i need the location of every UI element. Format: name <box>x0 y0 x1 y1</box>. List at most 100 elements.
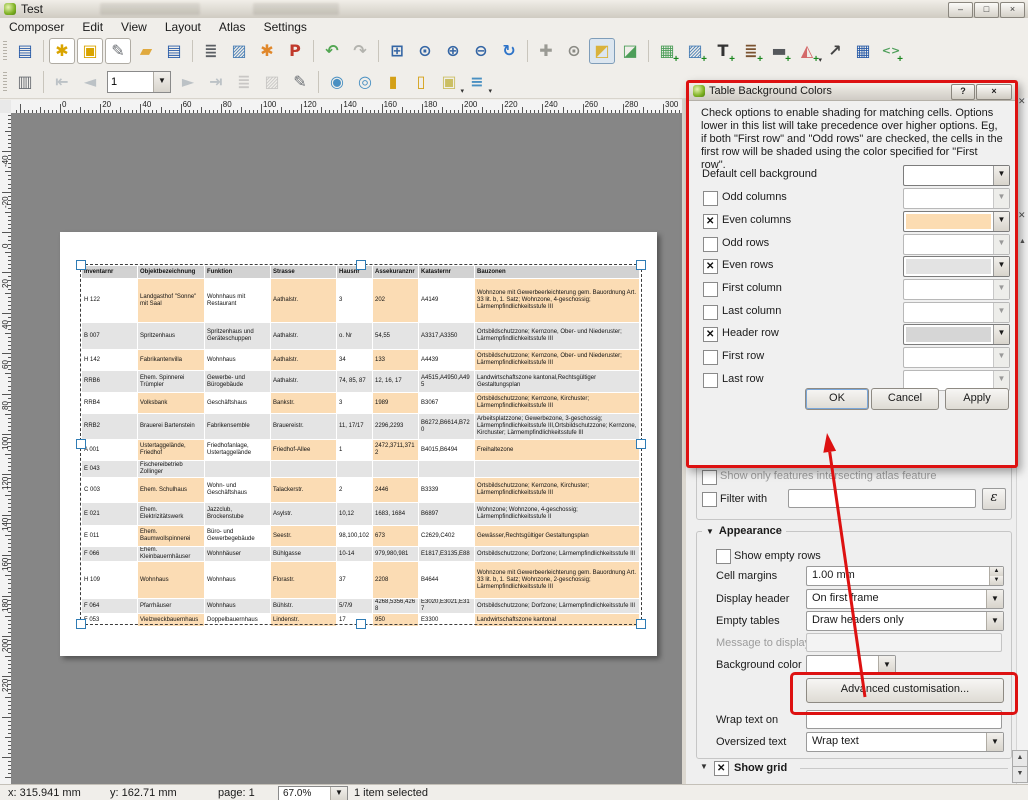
display-header-combo[interactable]: On first frame ▼ <box>806 589 1004 609</box>
align-items-icon[interactable]: ≡▾ <box>464 69 490 95</box>
add-image-icon[interactable]: ▨+ <box>682 38 708 64</box>
odd-rows-color-button[interactable]: ▼ <box>903 234 1010 255</box>
show-grid-checkbox[interactable] <box>714 761 729 776</box>
expression-button[interactable]: ε <box>982 488 1006 510</box>
lock-items-icon[interactable]: ▮ <box>380 69 406 95</box>
zoom-out-icon[interactable]: ⊖ <box>468 38 494 64</box>
odd-rows-checkbox[interactable] <box>703 237 718 252</box>
first-row-checkbox[interactable] <box>703 350 718 365</box>
first-row-color-button[interactable]: ▼ <box>903 347 1010 368</box>
menu-atlas[interactable]: Atlas <box>210 19 255 35</box>
even-columns-checkbox[interactable] <box>703 214 718 229</box>
show-empty-rows-checkbox[interactable] <box>716 549 731 564</box>
spinner-arrows-icon[interactable]: ▲▼ <box>989 567 1003 585</box>
selection-handle[interactable] <box>636 439 646 449</box>
composition-canvas[interactable]: InventarnrObjektbezeichnungFunktionStras… <box>11 113 686 784</box>
last-row-checkbox[interactable] <box>703 373 718 388</box>
default-cell-background-color-button[interactable]: ▼ <box>903 165 1010 186</box>
raise-items-icon[interactable]: ▣▾ <box>436 69 462 95</box>
odd-columns-checkbox[interactable] <box>703 191 718 206</box>
even-rows-color-button[interactable]: ▼ <box>903 256 1010 277</box>
cancel-button[interactable]: Cancel <box>871 388 939 410</box>
refresh-view-icon[interactable]: ↻ <box>496 38 522 64</box>
dialog-help-button[interactable]: ? <box>951 84 975 100</box>
appearance-group-title[interactable]: ▼Appearance <box>702 525 786 537</box>
export-image-icon[interactable]: ▨ <box>226 38 252 64</box>
dropdown-arrow-icon[interactable]: ▼ <box>330 787 347 800</box>
last-column-checkbox[interactable] <box>703 305 718 320</box>
add-html-icon[interactable]: <>+ <box>878 38 904 64</box>
panel-close-icon[interactable]: ✕ <box>1018 210 1026 221</box>
selection-handle[interactable] <box>76 439 86 449</box>
add-map-icon[interactable]: ▦+ <box>654 38 680 64</box>
save-as-template-icon[interactable]: ▤ <box>161 38 187 64</box>
minimize-button[interactable]: – <box>948 2 973 18</box>
collapse-arrow-icon[interactable]: ▼ <box>700 762 708 771</box>
header-row-checkbox[interactable] <box>703 327 718 342</box>
empty-tables-combo[interactable]: Draw headers only ▼ <box>806 611 1004 631</box>
selection-handle[interactable] <box>76 619 86 629</box>
atlas-preview-icon[interactable]: ▥ <box>12 69 38 95</box>
oversized-text-combo[interactable]: Wrap text ▼ <box>806 732 1004 752</box>
first-column-color-button[interactable]: ▼ <box>903 279 1010 300</box>
zoom-tool-icon[interactable]: ⊙ <box>561 38 587 64</box>
even-rows-checkbox[interactable] <box>703 259 718 274</box>
selection-handle[interactable] <box>356 619 366 629</box>
atlas-page-combo[interactable]: ▼ <box>107 71 171 93</box>
dialog-title-bar[interactable]: Table Background Colors ? × <box>689 83 1015 101</box>
print-icon[interactable]: ≣ <box>198 38 224 64</box>
composition-manager-icon[interactable]: ✎ <box>105 38 131 64</box>
last-column-color-button[interactable]: ▼ <box>903 302 1010 323</box>
save-project-icon[interactable]: ▤ <box>12 38 38 64</box>
add-legend-icon[interactable]: ≣+ <box>738 38 764 64</box>
selection-handle[interactable] <box>356 260 366 270</box>
selection-handle[interactable] <box>636 619 646 629</box>
export-svg-icon[interactable]: ✱ <box>254 38 280 64</box>
menu-composer[interactable]: Composer <box>0 19 73 35</box>
scroll-up-button[interactable]: ▲ <box>1012 750 1028 767</box>
maximize-button[interactable]: □ <box>974 2 999 18</box>
filter-input[interactable] <box>788 489 976 508</box>
add-label-icon[interactable]: T+ <box>710 38 736 64</box>
zoom-actual-size-icon[interactable]: ⊙ <box>412 38 438 64</box>
scroll-down-button[interactable]: ▼ <box>1012 766 1028 783</box>
ungroup-items-icon[interactable]: ◎ <box>352 69 378 95</box>
group-items-icon[interactable]: ◉ <box>324 69 350 95</box>
zoom-level-combo[interactable]: 67.0% ▼ <box>278 786 348 800</box>
add-attribute-table-icon[interactable]: ▦ <box>850 38 876 64</box>
move-item-content-icon[interactable]: ◪ <box>617 38 643 64</box>
ok-button[interactable]: OK <box>805 388 869 410</box>
add-shape-icon[interactable]: ◭+▾ <box>794 38 820 64</box>
redo-icon[interactable]: ↷ <box>347 38 373 64</box>
unlock-items-icon[interactable]: ▯ <box>408 69 434 95</box>
dropdown-arrow-icon[interactable]: ▼ <box>153 72 170 92</box>
duplicate-composition-icon[interactable]: ▣ <box>77 38 103 64</box>
even-columns-color-button[interactable]: ▼ <box>903 211 1010 232</box>
menu-layout[interactable]: Layout <box>156 19 210 35</box>
menu-settings[interactable]: Settings <box>255 19 316 35</box>
select-move-item-icon[interactable]: ◩ <box>589 38 615 64</box>
panel-close-icon[interactable]: ✕ <box>1018 96 1026 107</box>
first-column-checkbox[interactable] <box>703 282 718 297</box>
header-row-color-button[interactable]: ▼ <box>903 324 1010 345</box>
selection-handle[interactable] <box>636 260 646 270</box>
apply-button[interactable]: Apply <box>945 388 1009 410</box>
add-arrow-icon[interactable]: ↗ <box>822 38 848 64</box>
atlas-page-input[interactable] <box>108 72 153 92</box>
selection-handle[interactable] <box>76 260 86 270</box>
menu-edit[interactable]: Edit <box>73 19 112 35</box>
cell-margins-spinner[interactable]: 1.00 mm ▲▼ <box>806 566 1004 586</box>
title-bar[interactable]: Test –□× <box>0 0 1028 19</box>
filter-with-checkbox[interactable] <box>702 492 717 507</box>
dialog-close-button[interactable]: × <box>976 84 1012 100</box>
scroll-up-icon[interactable]: ▲ <box>1019 238 1026 245</box>
zoom-full-icon[interactable]: ⊞ <box>384 38 410 64</box>
pan-icon[interactable]: ✚ <box>533 38 559 64</box>
export-pdf-icon[interactable]: P <box>282 38 308 64</box>
new-composition-icon[interactable]: ✱ <box>49 38 75 64</box>
add-scalebar-icon[interactable]: ▬+ <box>766 38 792 64</box>
atlas-settings-icon[interactable]: ✎ <box>287 69 313 95</box>
close-button[interactable]: × <box>1000 2 1025 18</box>
menu-view[interactable]: View <box>112 19 156 35</box>
odd-columns-color-button[interactable]: ▼ <box>903 188 1010 209</box>
